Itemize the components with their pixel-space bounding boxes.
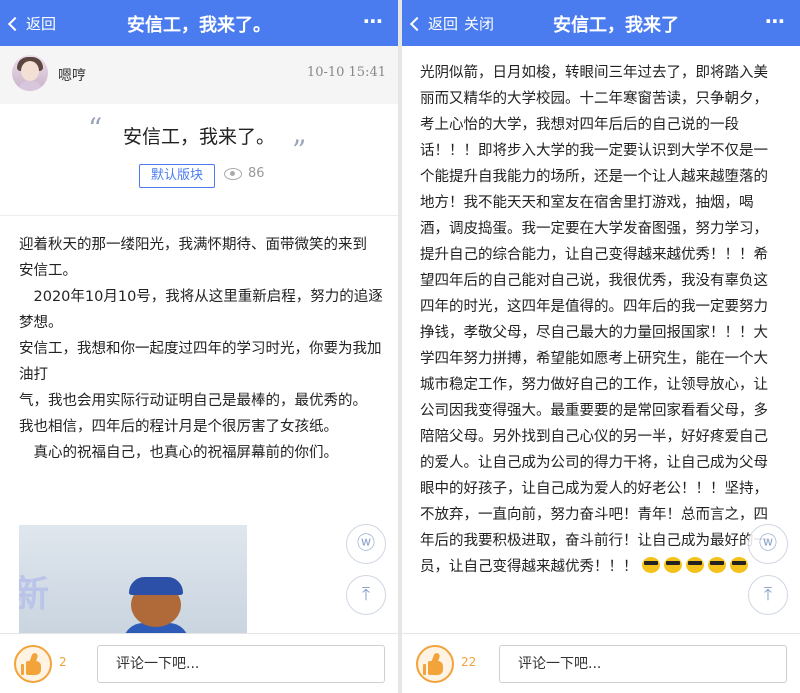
wechat-icon[interactable]: ⓦ [748, 524, 788, 564]
post-header: “ 安信工，我来了。 ” 默认版块 86 [0, 104, 398, 216]
sunglasses-emoji-icon [642, 557, 752, 575]
paragraph: 气，我也会用实际行动证明自己是最棒的，最优秀的。 [19, 393, 367, 409]
body-text: 光阴似箭，日月如梭，转眼间三年过去了，即将踏入美丽而又精华的大学校园。十二年寒窗… [420, 65, 768, 575]
more-icon[interactable]: ⋯ [363, 9, 384, 33]
bottom-bar: 22 评论一下吧... [402, 633, 800, 693]
quote-close-icon: ” [292, 134, 307, 167]
page-title: 安信工，我来了。 [127, 15, 271, 36]
right-panel: 返回 关闭 安信工，我来了 ⋯ 光阴似箭，日月如梭，转眼间三年过去了，即将踏入美… [402, 0, 800, 693]
paragraph: 安信工，我想和你一起度过四年的学习时光，你要为我加油打 [19, 341, 382, 383]
avatar[interactable] [12, 55, 48, 91]
like-count: 2 [59, 655, 67, 669]
post-body: 光阴似箭，日月如梭，转眼间三年过去了，即将踏入美丽而又精华的大学校园。十二年寒窗… [420, 60, 782, 580]
paragraph: 我也相信，四年后的程计月是个很厉害了女孩纸。 [19, 419, 338, 435]
left-panel: 返回 安信工，我来了。 ⋯ 嗯哼 10-10 15:41 “ 安信工，我来了。 … [0, 0, 398, 693]
top-bar: 返回 安信工，我来了。 ⋯ [0, 0, 398, 46]
view-count: 86 [224, 166, 265, 181]
post-image[interactable]: 新 [19, 525, 247, 637]
paragraph: 2020年10月10号，我将从这里重新启程，努力的追逐梦想。 [19, 289, 383, 331]
comment-input[interactable]: 评论一下吧... [499, 645, 787, 683]
thumbs-up-icon[interactable] [416, 645, 454, 683]
post-body: 迎着秋天的那一缕阳光，我满怀期待、面带微笑的来到 安信工。 2020年10月10… [19, 232, 384, 466]
comment-input[interactable]: 评论一下吧... [97, 645, 385, 683]
thumbs-up-icon[interactable] [14, 645, 52, 683]
chevron-left-icon [409, 16, 425, 31]
back-to-top-icon[interactable]: ⤒ [346, 575, 386, 615]
back-to-top-icon[interactable]: ⤒ [748, 575, 788, 615]
bottom-bar: 2 评论一下吧... [0, 633, 398, 693]
board-tag[interactable]: 默认版块 [139, 164, 215, 188]
post-time: 10-10 15:41 [306, 65, 386, 80]
like-count: 22 [461, 655, 477, 669]
wechat-icon[interactable]: ⓦ [346, 524, 386, 564]
paragraph: 真心的祝福自己，也真心的祝福屏幕前的你们。 [19, 445, 338, 461]
page-title: 安信工，我来了 [553, 15, 679, 36]
more-icon[interactable]: ⋯ [765, 9, 786, 33]
paragraph: 安信工。 [19, 263, 77, 279]
paragraph: 迎着秋天的那一缕阳光，我满怀期待、面带微笑的来到 [19, 237, 367, 253]
eye-icon [224, 167, 242, 180]
top-bar: 返回 关闭 安信工，我来了 ⋯ [402, 0, 800, 46]
author-name[interactable]: 嗯哼 [58, 65, 86, 85]
post-title: 安信工，我来了。 [122, 126, 275, 148]
author-row: 嗯哼 10-10 15:41 [0, 46, 398, 104]
view-count-value: 86 [248, 166, 265, 181]
